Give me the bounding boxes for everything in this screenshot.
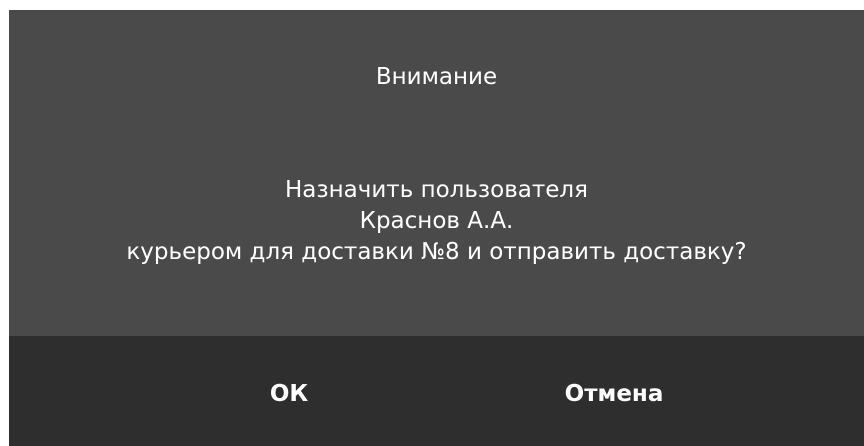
dialog-footer: ОК Отмена	[9, 336, 864, 446]
dialog-message: Назначить пользователя Краснов А.А. курь…	[9, 175, 864, 268]
cancel-button[interactable]: Отмена	[524, 374, 704, 414]
confirm-dialog: Внимание Назначить пользователя Краснов …	[9, 10, 864, 446]
dialog-title: Внимание	[375, 64, 498, 90]
message-line-delivery: курьером для доставки №8 и отправить дос…	[126, 239, 747, 265]
ok-button[interactable]: ОК	[234, 374, 344, 414]
message-line-user: Краснов А.А.	[359, 208, 514, 234]
message-line-action: Назначить пользователя	[285, 177, 588, 203]
